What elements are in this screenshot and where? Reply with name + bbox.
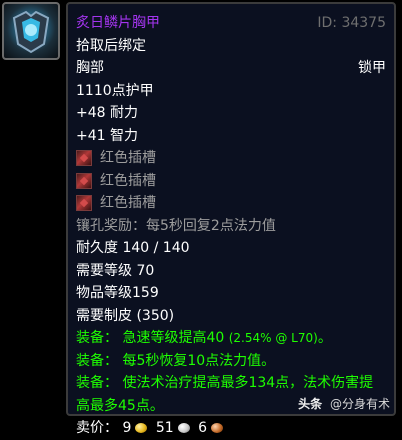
durability: 耐久度 140 / 140	[76, 240, 190, 256]
item-slot: 胸部	[76, 60, 104, 76]
watermark-brand: 头条	[298, 397, 323, 411]
item-id: ID: 34375	[317, 15, 386, 31]
gold-coin-icon	[135, 423, 148, 433]
socket-bonus: 镶孔奖励：每5秒回复2点法力值	[76, 217, 276, 234]
red-socket-icon	[76, 195, 92, 212]
sell-price-label: 卖价：	[76, 420, 118, 436]
stat-stamina: +48 耐力	[76, 105, 138, 121]
socket-red-2: 红色插槽	[76, 170, 386, 193]
socket-label: 红色插槽	[100, 195, 156, 211]
silver-coin-icon	[177, 423, 190, 433]
equip-effect-haste: 装备： 急速等级提高40 (2.54% @ L70)。	[76, 327, 386, 350]
watermark: 头条 @分身有术	[298, 395, 390, 412]
item-level: 物品等级159	[76, 285, 159, 301]
red-socket-icon	[76, 150, 92, 167]
socket-label: 红色插槽	[100, 150, 156, 166]
equip-text: 每5秒恢复10点法力值。	[122, 352, 276, 369]
copper-coin-icon	[211, 423, 224, 433]
stat-intellect: +41 智力	[76, 127, 138, 144]
item-tooltip: 炙日鳞片胸甲 ID: 34375 拾取后绑定 胸部 锁甲 1110点护甲 +48…	[66, 2, 396, 436]
socket-label: 红色插槽	[100, 172, 156, 189]
red-socket-icon	[76, 172, 92, 189]
chest-armor-art	[12, 10, 50, 54]
bind-type: 拾取后绑定	[76, 37, 146, 54]
equip-prefix: 装备：	[76, 352, 118, 369]
required-level: 需要等级 70	[76, 262, 155, 279]
sell-price: 卖价： 9 51 6	[76, 417, 386, 440]
equip-detail: (2.54% @ L70)	[228, 331, 318, 345]
equip-text: 急速等级提高40	[122, 330, 225, 346]
watermark-text: @分身有术	[329, 397, 390, 411]
item-name: 炙日鳞片胸甲	[76, 15, 160, 31]
socket-red-1: 红色插槽	[76, 147, 386, 170]
silver-amount: 51	[155, 420, 174, 436]
copper-amount: 6	[198, 420, 208, 436]
armor-type: 锁甲	[358, 60, 386, 76]
equip-prefix: 装备：	[76, 330, 118, 346]
slot-row: 胸部 锁甲	[76, 57, 386, 80]
armor-value: 1110点护甲	[76, 82, 154, 99]
tooltip-header: 炙日鳞片胸甲 ID: 34375	[76, 12, 386, 35]
socket-red-3: 红色插槽	[76, 192, 386, 215]
required-skill: 需要制皮 (350)	[76, 307, 175, 324]
equip-effect-mp5: 装备： 每5秒恢复10点法力值。	[76, 350, 386, 373]
chest-armor-icon	[2, 2, 60, 60]
equip-prefix: 装备：	[76, 375, 118, 391]
gold-amount: 9	[122, 420, 132, 436]
equip-suffix: 。	[317, 330, 332, 346]
